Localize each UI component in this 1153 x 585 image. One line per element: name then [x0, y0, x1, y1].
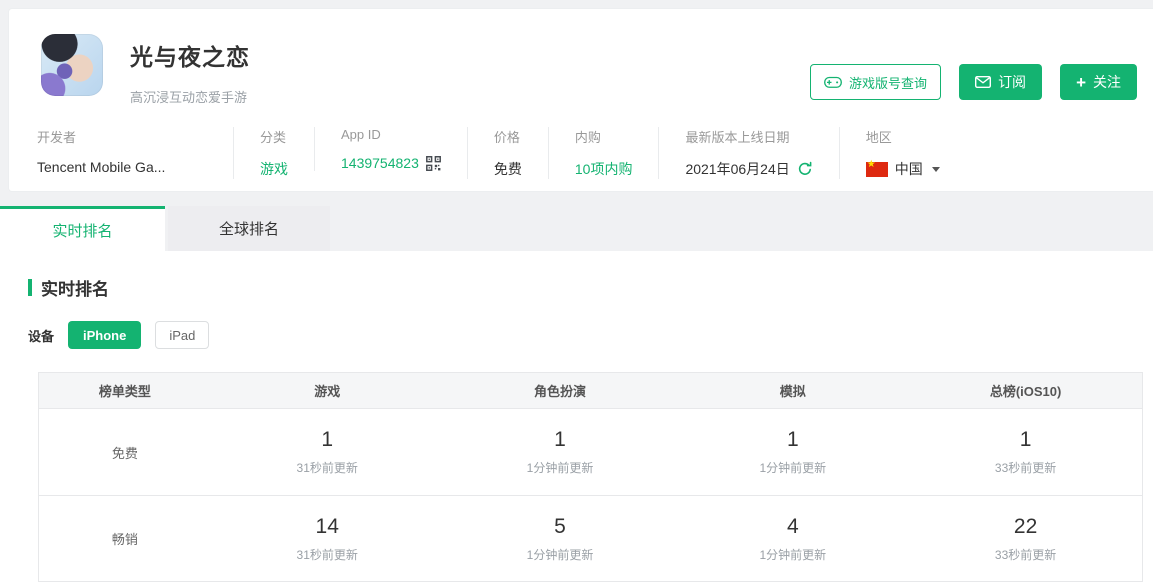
rank-value: 14 — [316, 515, 339, 539]
rank-updated: 1分钟前更新 — [759, 546, 826, 563]
rank-cell: 22 33秒前更新 — [909, 515, 1142, 563]
rank-updated: 33秒前更新 — [995, 459, 1056, 476]
rank-value: 22 — [1014, 515, 1037, 539]
rank-updated: 33秒前更新 — [995, 546, 1056, 563]
tab-bar: 实时排名 全球排名 — [0, 206, 1153, 251]
rank-cell: 4 1分钟前更新 — [676, 515, 909, 563]
info-release-date: 最新版本上线日期 2021年06月24日 — [658, 127, 838, 179]
page: 光与夜之恋 高沉浸互动恋爱手游 游戏版号查询 — [0, 8, 1153, 585]
section-title: 实时排名 — [41, 275, 109, 300]
table-row: 畅销 14 31秒前更新 5 1分钟前更新 4 1分钟前更新 22 33秒前更新 — [39, 495, 1142, 581]
iap-link[interactable]: 10项内购 — [575, 159, 633, 179]
price-label: 价格 — [494, 127, 522, 146]
follow-label: 关注 — [1093, 72, 1121, 92]
device-label: 设备 — [28, 326, 54, 345]
app-icon — [41, 34, 103, 96]
chevron-down-icon — [932, 167, 940, 172]
app-subtitle: 高沉浸互动恋爱手游 — [130, 87, 250, 106]
rank-value: 4 — [787, 515, 799, 539]
rank-cell: 5 1分钟前更新 — [444, 515, 677, 563]
region-selector[interactable]: ★ 中国 — [866, 159, 940, 179]
column-header-game: 游戏 — [211, 381, 444, 400]
content-panel: 实时排名 设备 iPhone iPad 榜单类型 游戏 角色扮演 模拟 总榜(i… — [0, 251, 1153, 585]
rank-cell: 1 1分钟前更新 — [444, 428, 677, 476]
price-value: 免费 — [494, 159, 522, 179]
info-region: 地区 ★ 中国 — [839, 127, 966, 179]
info-app-id: App ID 1439754823 — [314, 127, 467, 171]
gamepad-icon — [824, 75, 842, 89]
info-price: 价格 免费 — [467, 127, 548, 179]
rank-cell: 1 33秒前更新 — [909, 428, 1142, 476]
release-date-value: 2021年06月24日 — [685, 159, 789, 179]
iap-label: 内购 — [575, 127, 633, 146]
rank-value: 1 — [1020, 428, 1032, 452]
license-check-button[interactable]: 游戏版号查询 — [810, 64, 941, 100]
info-developer: 开发者 Tencent Mobile Ga... — [37, 127, 233, 175]
subscribe-label: 订阅 — [998, 72, 1026, 92]
region-value: 中国 — [895, 159, 923, 179]
subscribe-button[interactable]: 订阅 — [959, 64, 1042, 100]
page-title: 光与夜之恋 — [130, 38, 250, 72]
ranking-table: 榜单类型 游戏 角色扮演 模拟 总榜(iOS10) 免费 1 31秒前更新 1 … — [38, 372, 1143, 582]
app-id-label: App ID — [341, 127, 441, 142]
info-iap: 内购 10项内购 — [548, 127, 659, 179]
column-header-roleplay: 角色扮演 — [444, 381, 677, 400]
follow-button[interactable]: + 关注 — [1060, 64, 1137, 100]
rank-cell: 14 31秒前更新 — [211, 515, 444, 563]
app-meta: 光与夜之恋 高沉浸互动恋爱手游 — [130, 34, 250, 106]
column-header-type: 榜单类型 — [39, 381, 211, 400]
device-toggle-row: 设备 iPhone iPad — [28, 321, 1153, 349]
column-header-overall: 总榜(iOS10) — [909, 381, 1142, 400]
qr-code-icon[interactable] — [426, 156, 441, 171]
rank-updated: 31秒前更新 — [297, 459, 358, 476]
app-id-value[interactable]: 1439754823 — [341, 155, 419, 171]
release-date-label: 最新版本上线日期 — [685, 127, 812, 146]
app-header-card: 光与夜之恋 高沉浸互动恋爱手游 游戏版号查询 — [8, 8, 1153, 192]
rank-value: 1 — [787, 428, 799, 452]
tab-global-ranking[interactable]: 全球排名 — [168, 206, 330, 251]
rank-updated: 1分钟前更新 — [527, 546, 594, 563]
column-header-simulation: 模拟 — [676, 381, 909, 400]
device-ipad-button[interactable]: iPad — [155, 321, 209, 349]
rank-value: 5 — [554, 515, 566, 539]
row-label: 免费 — [39, 443, 211, 462]
region-label: 地区 — [866, 127, 940, 146]
category-link[interactable]: 游戏 — [260, 159, 288, 179]
developer-label: 开发者 — [37, 127, 207, 146]
license-check-label: 游戏版号查询 — [849, 73, 927, 92]
rank-updated: 31秒前更新 — [297, 546, 358, 563]
header-actions: 游戏版号查询 订阅 + 关注 — [810, 64, 1137, 100]
rank-value: 1 — [554, 428, 566, 452]
row-label: 畅销 — [39, 529, 211, 548]
info-category: 分类 游戏 — [233, 127, 314, 179]
section-accent-bar — [28, 279, 32, 296]
rank-cell: 1 1分钟前更新 — [676, 428, 909, 476]
rank-updated: 1分钟前更新 — [759, 459, 826, 476]
refresh-icon[interactable] — [797, 161, 813, 177]
rank-cell: 1 31秒前更新 — [211, 428, 444, 476]
section-header: 实时排名 — [0, 251, 1153, 300]
plus-icon: + — [1076, 74, 1086, 91]
app-info-row: 开发者 Tencent Mobile Ga... 分类 游戏 App ID 14… — [37, 127, 966, 179]
category-label: 分类 — [260, 127, 288, 146]
device-iphone-button[interactable]: iPhone — [68, 321, 141, 349]
rank-value: 1 — [321, 428, 333, 452]
tab-realtime-ranking[interactable]: 实时排名 — [0, 206, 165, 251]
rank-updated: 1分钟前更新 — [527, 459, 594, 476]
table-row: 免费 1 31秒前更新 1 1分钟前更新 1 1分钟前更新 1 33秒前更新 — [39, 409, 1142, 495]
developer-value[interactable]: Tencent Mobile Ga... — [37, 159, 207, 175]
table-header-row: 榜单类型 游戏 角色扮演 模拟 总榜(iOS10) — [39, 373, 1142, 409]
china-flag-icon: ★ — [866, 162, 888, 177]
envelope-icon — [975, 76, 991, 88]
